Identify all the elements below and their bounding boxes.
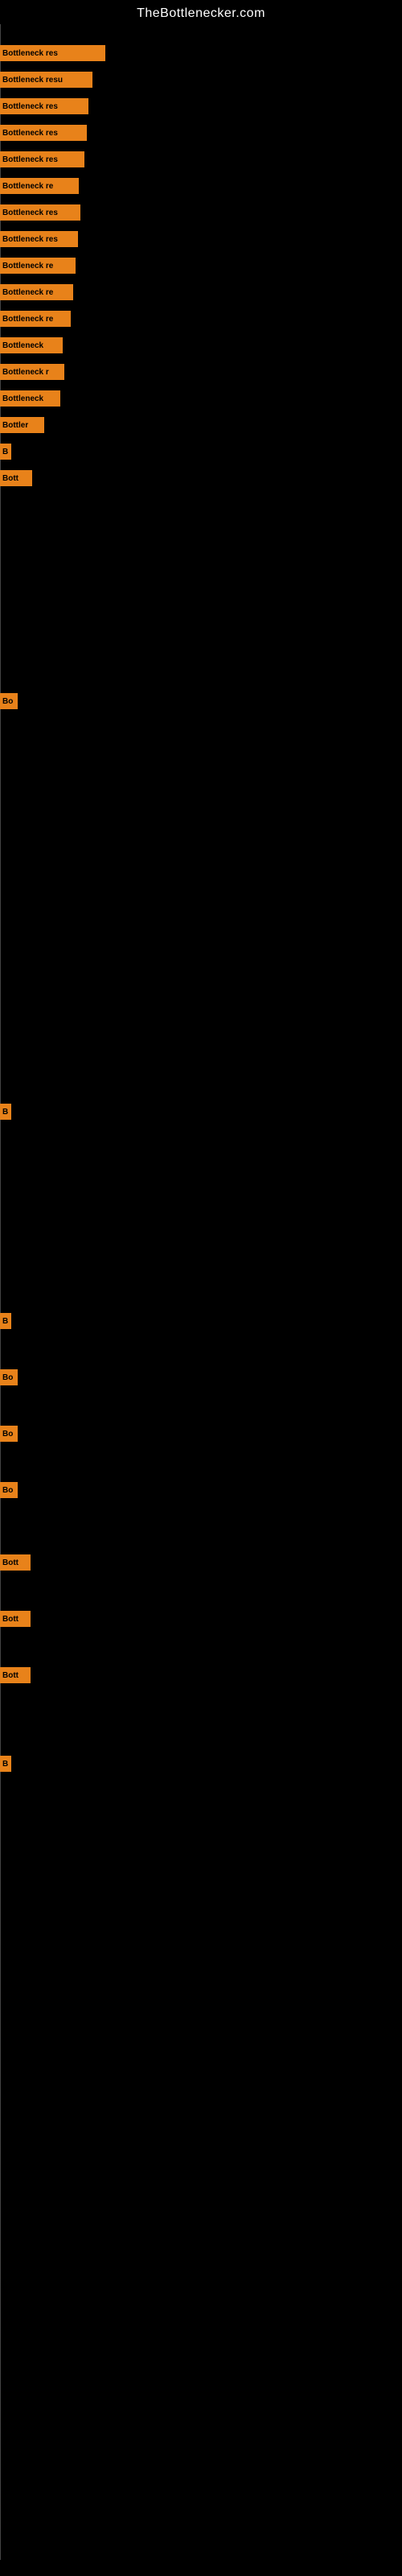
bar-label: Bott [2, 1671, 18, 1680]
bar-label: Bottleneck re [2, 182, 53, 191]
bar-row: Bottleneck resu [0, 71, 92, 89]
bar-fill: Bottleneck res [0, 231, 78, 247]
bar-label: Bott [2, 474, 18, 483]
bar-row: Bo [0, 1368, 18, 1386]
bar-row: Bott [0, 1554, 31, 1571]
bar-row: Bott [0, 1610, 31, 1628]
bar-label: Bottler [2, 421, 28, 430]
bar-row: Bottleneck res [0, 230, 78, 248]
bar-row: Bott [0, 469, 32, 487]
bar-fill: Bottleneck re [0, 178, 79, 194]
bar-row: Bottleneck r [0, 363, 64, 381]
bar-label: Bo [2, 697, 13, 706]
bar-label: Bottleneck re [2, 315, 53, 324]
bar-row: B [0, 1312, 11, 1330]
bar-row: B [0, 1755, 11, 1773]
bar-fill: B [0, 1756, 11, 1772]
bar-label: Bottleneck res [2, 49, 58, 58]
bar-row: Bottleneck re [0, 177, 79, 195]
bar-fill: Bott [0, 1611, 31, 1627]
bar-fill: B [0, 1104, 11, 1120]
bar-label: Bottleneck res [2, 102, 58, 111]
bar-fill: B [0, 1313, 11, 1329]
bar-label: Bott [2, 1558, 18, 1567]
bar-label: Bottleneck r [2, 368, 49, 377]
bar-label: Bottleneck re [2, 262, 53, 270]
bar-row: Bo [0, 1425, 18, 1443]
bar-label: B [2, 1760, 8, 1769]
bar-row: Bo [0, 692, 18, 710]
bar-row: Bottleneck re [0, 257, 76, 275]
bar-row: Bottleneck [0, 336, 63, 354]
bar-label: Bo [2, 1430, 13, 1439]
bar-label: B [2, 1108, 8, 1117]
bar-fill: Bottleneck res [0, 151, 84, 167]
bar-row: Bottleneck res [0, 44, 105, 62]
bar-label: B [2, 1317, 8, 1326]
bar-label: Bo [2, 1373, 13, 1382]
bar-label: B [2, 448, 8, 456]
bar-fill: Bo [0, 1369, 18, 1385]
bar-fill: Bottleneck res [0, 98, 88, 114]
bar-row: Bottleneck res [0, 97, 88, 115]
bar-fill: Bott [0, 1554, 31, 1571]
bar-row: Bott [0, 1666, 31, 1684]
bar-fill: Bottleneck res [0, 204, 80, 221]
bar-fill: Bottleneck res [0, 125, 87, 141]
bar-label: Bottleneck res [2, 235, 58, 244]
bar-label: Bo [2, 1486, 13, 1495]
bar-label: Bott [2, 1615, 18, 1624]
bar-fill: Bo [0, 1426, 18, 1442]
bar-label: Bottleneck res [2, 155, 58, 164]
bar-row: Bottler [0, 416, 44, 434]
bar-label: Bottleneck [2, 394, 43, 403]
bar-fill: Bottleneck [0, 337, 63, 353]
bar-fill: Bottleneck re [0, 311, 71, 327]
site-title: TheBottlenecker.com [0, 0, 402, 24]
bar-row: Bottleneck re [0, 283, 73, 301]
bar-row: Bottleneck res [0, 204, 80, 221]
bar-fill: Bottleneck res [0, 45, 105, 61]
bar-fill: Bottleneck resu [0, 72, 92, 88]
bar-row: B [0, 1103, 11, 1121]
bar-row: Bottleneck [0, 390, 60, 407]
bar-fill: Bottleneck re [0, 284, 73, 300]
page-container: TheBottlenecker.com Bottleneck res Bottle… [0, 0, 402, 2576]
bar-fill: Bottler [0, 417, 44, 433]
bar-label: Bottleneck [2, 341, 43, 350]
bar-row: Bottleneck res [0, 124, 87, 142]
bar-row: Bottleneck re [0, 310, 71, 328]
bar-row: B [0, 443, 11, 460]
bar-fill: B [0, 444, 11, 460]
bar-fill: Bottleneck r [0, 364, 64, 380]
bar-label: Bottleneck res [2, 129, 58, 138]
bar-fill: Bott [0, 1667, 31, 1683]
bar-fill: Bo [0, 693, 18, 709]
bar-label: Bottleneck re [2, 288, 53, 297]
bar-fill: Bo [0, 1482, 18, 1498]
bar-label: Bottleneck resu [2, 76, 63, 85]
bar-fill: Bottleneck [0, 390, 60, 407]
bar-label: Bottleneck res [2, 208, 58, 217]
bar-fill: Bott [0, 470, 32, 486]
bar-fill: Bottleneck re [0, 258, 76, 274]
bar-row: Bottleneck res [0, 151, 84, 168]
bar-row: Bo [0, 1481, 18, 1499]
